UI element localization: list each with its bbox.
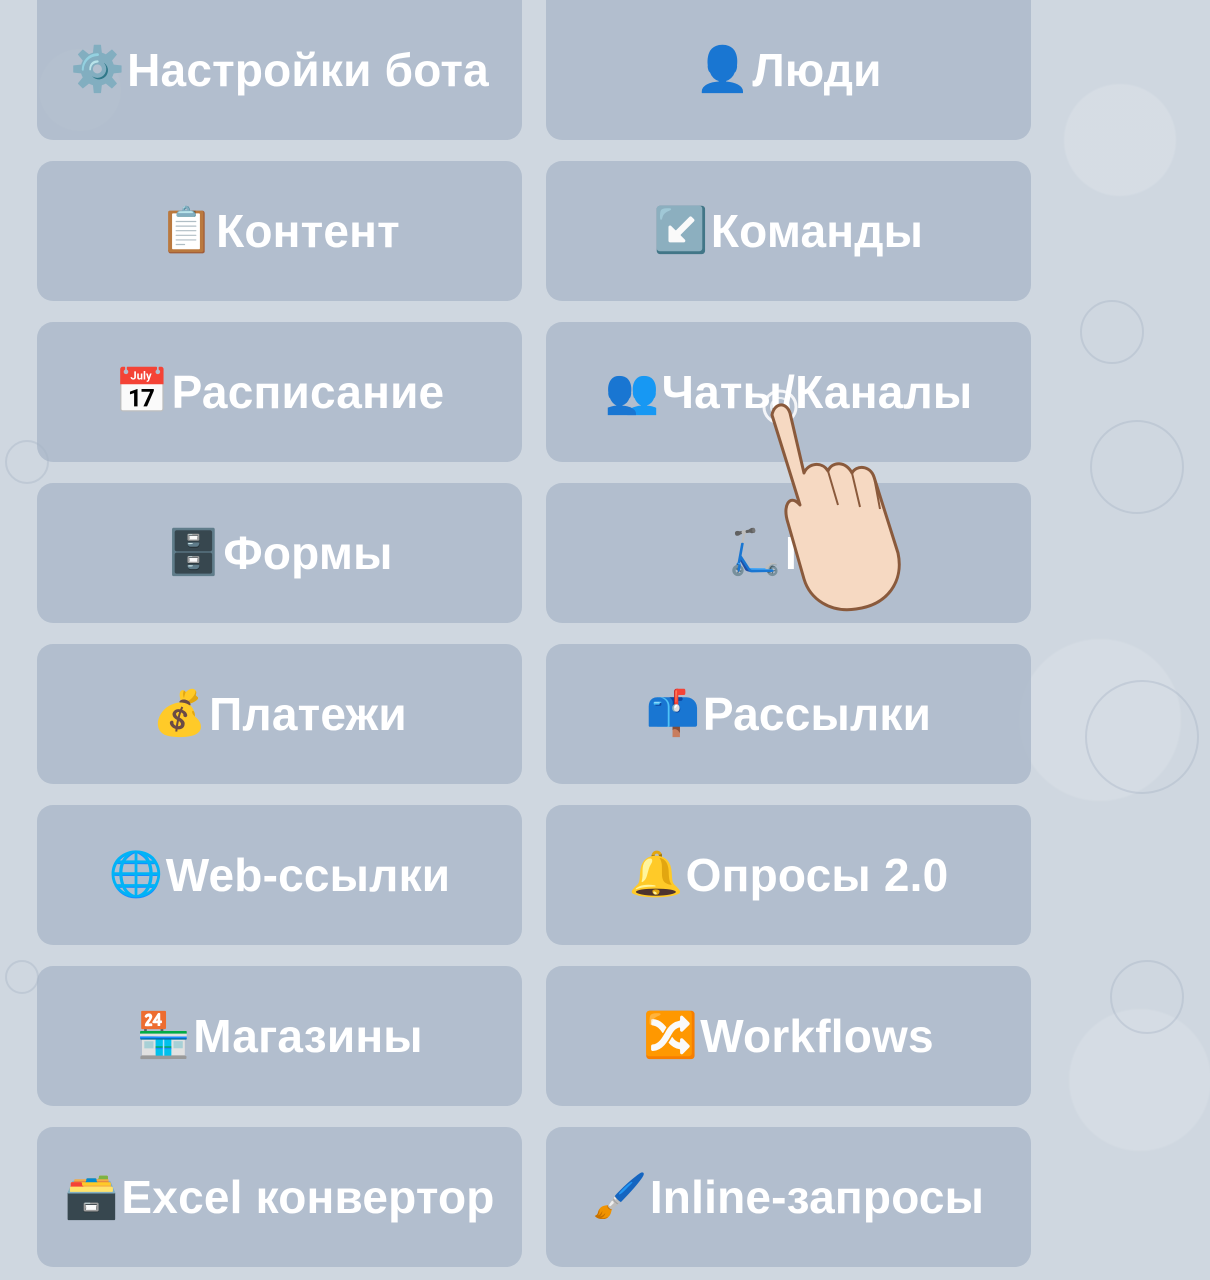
button-label: Workflows bbox=[700, 1010, 934, 1062]
person-icon: 👤 bbox=[695, 45, 751, 94]
scooter-menu-button[interactable]: 🛴 Ме bbox=[546, 483, 1031, 623]
arrow-down-left-icon: ↙️ bbox=[653, 206, 709, 255]
mailbox-icon: 📫 bbox=[645, 689, 701, 738]
button-label: Люди bbox=[752, 44, 882, 96]
chats-channels-button[interactable]: 👥 Чаты/Каналы bbox=[546, 322, 1031, 462]
web-links-button[interactable]: 🌐 Web-ссылки bbox=[37, 805, 522, 945]
bot-menu-keyboard: ⚙️ Настройки бота 👤 Люди 📋 Контент ↙️ Ко… bbox=[37, 0, 1031, 1267]
button-label: Inline-запросы bbox=[649, 1171, 985, 1223]
button-label: Команды bbox=[710, 205, 924, 257]
globe-icon: 🌐 bbox=[108, 850, 164, 899]
file-cabinet-icon: 🗄️ bbox=[166, 528, 222, 577]
mailings-button[interactable]: 📫 Рассылки bbox=[546, 644, 1031, 784]
bell-icon: 🔔 bbox=[628, 850, 684, 899]
bot-settings-button[interactable]: ⚙️ Настройки бота bbox=[37, 0, 522, 140]
people-button[interactable]: 👤 Люди bbox=[546, 0, 1031, 140]
payments-button[interactable]: 💰 Платежи bbox=[37, 644, 522, 784]
button-label: Платежи bbox=[209, 688, 407, 740]
stores-button[interactable]: 🏪 Магазины bbox=[37, 966, 522, 1106]
button-label: Рассылки bbox=[702, 688, 932, 740]
gear-icon: ⚙️ bbox=[70, 45, 126, 94]
forms-button[interactable]: 🗄️ Формы bbox=[37, 483, 522, 623]
people-icon: 👥 bbox=[604, 367, 660, 416]
content-button[interactable]: 📋 Контент bbox=[37, 161, 522, 301]
button-label: Web-ссылки bbox=[165, 849, 451, 901]
button-label: Опросы 2.0 bbox=[685, 849, 949, 901]
money-bag-icon: 💰 bbox=[152, 689, 208, 738]
scooter-icon: 🛴 bbox=[727, 528, 783, 577]
clipboard-icon: 📋 bbox=[159, 206, 215, 255]
polls-button[interactable]: 🔔 Опросы 2.0 bbox=[546, 805, 1031, 945]
button-label: Формы bbox=[223, 527, 393, 579]
button-label: Настройки бота bbox=[127, 44, 489, 96]
paintbrush-icon: 🖌️ bbox=[592, 1172, 648, 1221]
button-label: Ме bbox=[784, 527, 850, 579]
calendar-icon: 📅 bbox=[114, 367, 170, 416]
excel-converter-button[interactable]: 🗃️ Excel конвертор bbox=[37, 1127, 522, 1267]
inline-queries-button[interactable]: 🖌️ Inline-запросы bbox=[546, 1127, 1031, 1267]
store-icon: 🏪 bbox=[136, 1011, 192, 1060]
commands-button[interactable]: ↙️ Команды bbox=[546, 161, 1031, 301]
button-label: Расписание bbox=[171, 366, 445, 418]
card-file-box-icon: 🗃️ bbox=[64, 1172, 120, 1221]
button-label: Excel конвертор bbox=[121, 1171, 495, 1223]
button-label: Магазины bbox=[193, 1010, 423, 1062]
workflows-button[interactable]: 🔀 Workflows bbox=[546, 966, 1031, 1106]
button-label: Чаты/Каналы bbox=[661, 366, 973, 418]
shuffle-icon: 🔀 bbox=[643, 1011, 699, 1060]
schedule-button[interactable]: 📅 Расписание bbox=[37, 322, 522, 462]
button-label: Контент bbox=[216, 205, 400, 257]
